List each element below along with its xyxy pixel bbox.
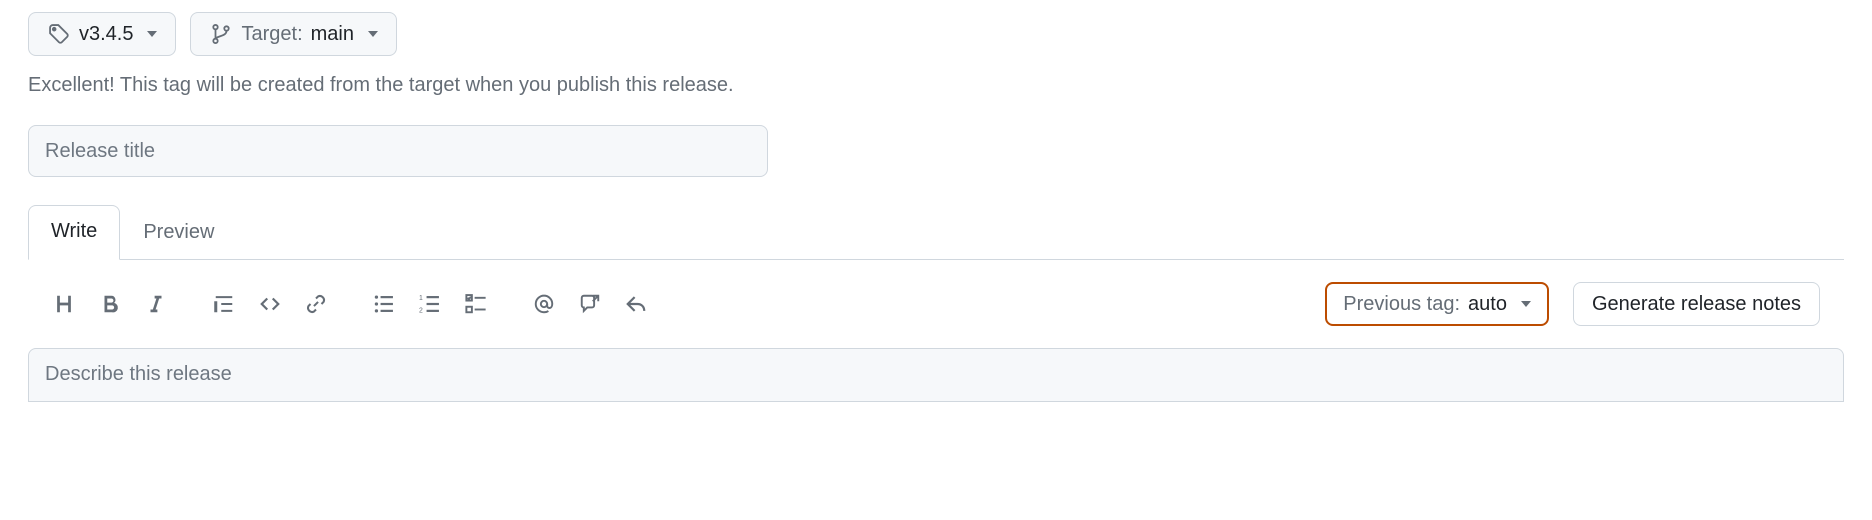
chevron-down-icon bbox=[368, 31, 378, 37]
mention-icon[interactable] bbox=[532, 292, 556, 316]
tag-selector[interactable]: v3.4.5 bbox=[28, 12, 176, 56]
chevron-down-icon bbox=[1521, 301, 1531, 307]
reply-icon[interactable] bbox=[624, 292, 648, 316]
target-branch: main bbox=[311, 23, 354, 46]
cross-reference-icon[interactable] bbox=[578, 292, 602, 316]
quote-icon[interactable] bbox=[212, 292, 236, 316]
release-description-input[interactable]: Describe this release bbox=[28, 348, 1844, 402]
target-label: Target: bbox=[241, 23, 302, 46]
svg-text:2: 2 bbox=[419, 307, 423, 314]
previous-tag-value: auto bbox=[1468, 293, 1507, 316]
tab-preview[interactable]: Preview bbox=[120, 206, 237, 260]
tag-value: v3.4.5 bbox=[79, 23, 133, 46]
tab-write[interactable]: Write bbox=[28, 205, 120, 260]
generate-release-notes-button[interactable]: Generate release notes bbox=[1573, 282, 1820, 326]
chevron-down-icon bbox=[147, 31, 157, 37]
tag-hint: Excellent! This tag will be created from… bbox=[28, 74, 1844, 97]
svg-text:1: 1 bbox=[419, 295, 423, 302]
previous-tag-selector[interactable]: Previous tag: auto bbox=[1325, 282, 1549, 326]
ordered-list-icon[interactable]: 12 bbox=[418, 292, 442, 316]
git-branch-icon bbox=[209, 22, 233, 46]
markdown-toolbar: 12 Previous tag: auto Generate release n… bbox=[28, 260, 1844, 348]
link-icon[interactable] bbox=[304, 292, 328, 316]
release-title-input[interactable] bbox=[28, 125, 768, 177]
task-list-icon[interactable] bbox=[464, 292, 488, 316]
italic-icon[interactable] bbox=[144, 292, 168, 316]
target-selector[interactable]: Target: main bbox=[190, 12, 397, 56]
bold-icon[interactable] bbox=[98, 292, 122, 316]
code-icon[interactable] bbox=[258, 292, 282, 316]
unordered-list-icon[interactable] bbox=[372, 292, 396, 316]
editor-tabs: Write Preview bbox=[28, 205, 1844, 260]
heading-icon[interactable] bbox=[52, 292, 76, 316]
tag-icon bbox=[47, 22, 71, 46]
previous-tag-label: Previous tag: bbox=[1343, 293, 1460, 316]
